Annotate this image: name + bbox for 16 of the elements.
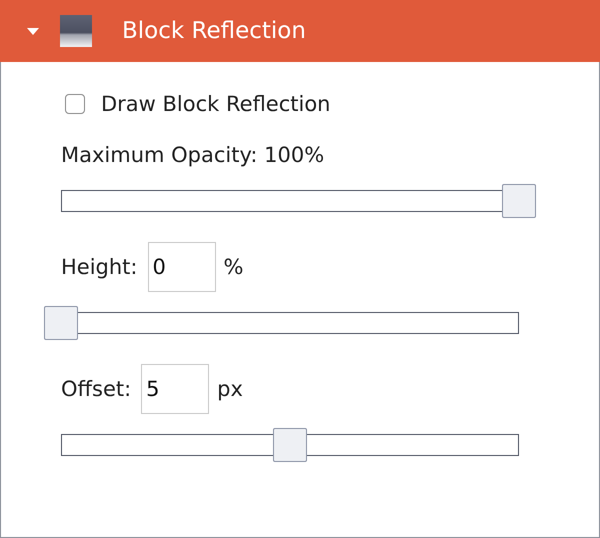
panel-title: Block Reflection	[122, 18, 306, 44]
setting-label: Maximum Opacity: 100%	[61, 143, 324, 167]
slider-thumb[interactable]	[44, 306, 78, 340]
setting-label: Height:	[61, 255, 138, 279]
checkbox[interactable]	[65, 94, 85, 114]
unit-label: px	[217, 377, 243, 401]
reflection-icon	[60, 15, 92, 47]
panel-header[interactable]: Block Reflection	[0, 0, 600, 62]
value-field[interactable]: 5	[141, 364, 210, 414]
value-field[interactable]: 0	[148, 242, 216, 292]
slider-thumb[interactable]	[273, 428, 307, 462]
slider-thumb[interactable]	[502, 184, 536, 218]
setting-label: Offset:	[61, 377, 132, 401]
unit-label: %	[224, 255, 244, 279]
checkbox-label: Draw Block Reflection	[101, 92, 330, 116]
caret-icon[interactable]	[26, 26, 40, 36]
